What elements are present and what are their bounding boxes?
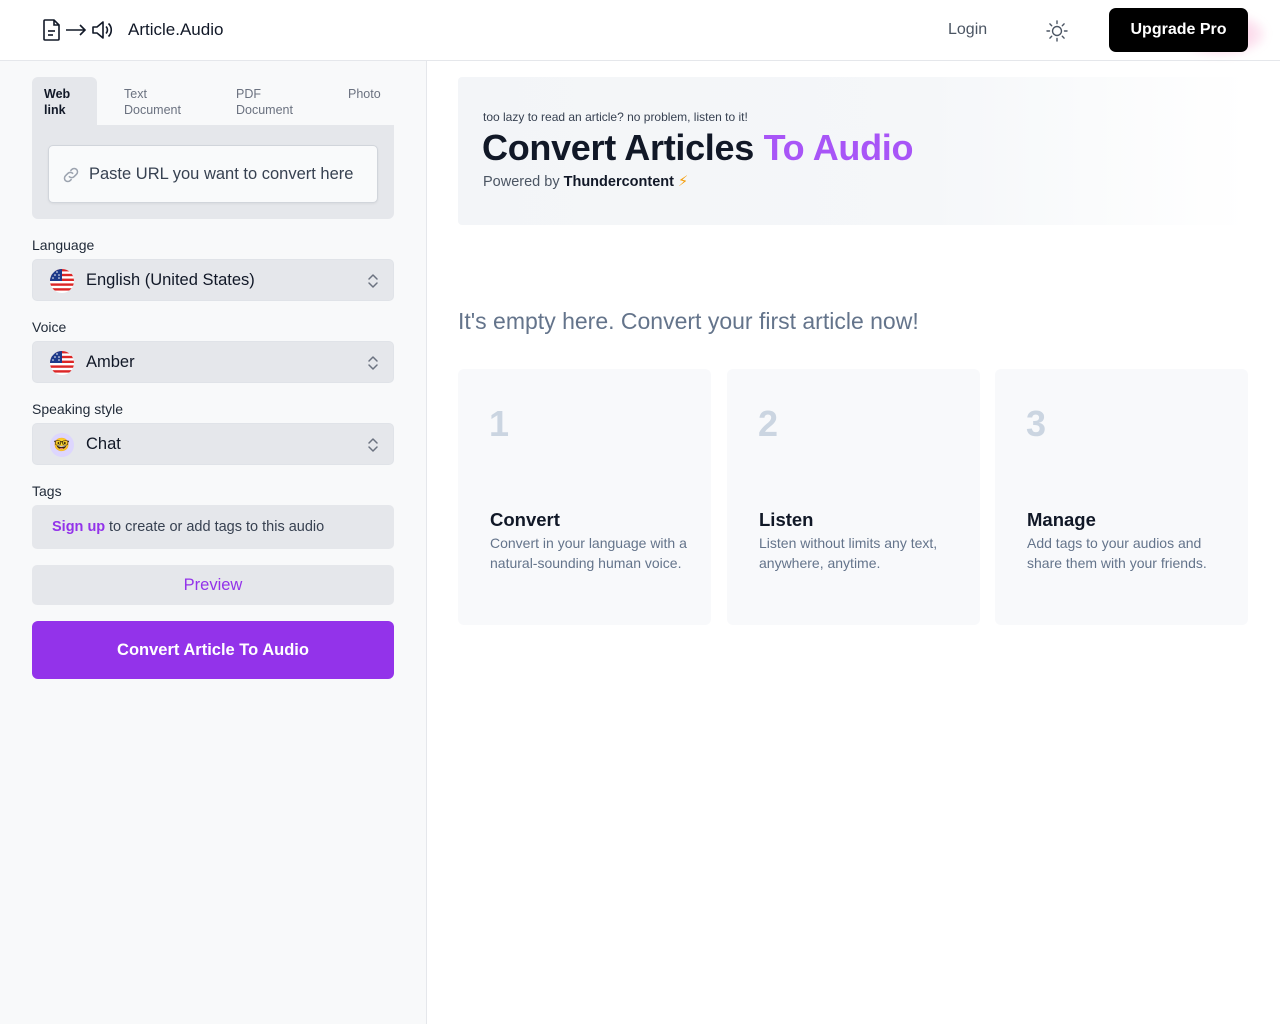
theme-toggle-button[interactable] — [1045, 19, 1069, 43]
chevron-up-down-icon — [368, 438, 378, 452]
app-name[interactable]: Article.Audio — [128, 20, 223, 40]
tab-pdf-document[interactable]: PDF Document — [236, 77, 293, 125]
tab-text-document[interactable]: Text Document — [124, 77, 181, 125]
language-value: English (United States) — [86, 271, 255, 289]
source-tabs: Web link Text Document PDF Document Phot… — [32, 77, 394, 125]
hero-banner: too lazy to read an article? no problem,… — [458, 77, 1248, 225]
step-number: 3 — [1026, 403, 1047, 444]
login-link[interactable]: Login — [948, 21, 987, 39]
tab-label-line1: Web — [44, 87, 71, 101]
step-description: Convert in your language with a natural-… — [490, 535, 687, 571]
hero-title-main: Convert Articles — [482, 127, 764, 168]
language-label: Language — [32, 237, 95, 253]
tab-label-line1: Text — [124, 87, 147, 101]
speaker-icon — [92, 21, 113, 39]
voice-value: Amber — [86, 353, 135, 371]
preview-button[interactable]: Preview — [32, 565, 394, 605]
step-title: Convert — [490, 509, 560, 530]
url-input[interactable] — [89, 146, 369, 202]
speaking-style-select[interactable]: 🤓 Chat — [32, 423, 394, 465]
hero-title: Convert Articles To Audio — [482, 127, 914, 169]
tab-label-line2: Document — [236, 103, 293, 117]
sun-icon — [1046, 20, 1068, 42]
logo[interactable] — [42, 18, 114, 42]
step-number: 2 — [758, 403, 779, 444]
tab-photo[interactable]: Photo — [348, 77, 381, 125]
empty-state-message: It's empty here. Convert your first arti… — [458, 308, 919, 334]
chevron-up-down-icon — [368, 356, 378, 370]
tab-web-link[interactable]: Web link — [32, 77, 97, 125]
signup-link[interactable]: Sign up — [52, 519, 105, 535]
voice-label: Voice — [32, 319, 67, 335]
step-title: Manage — [1027, 509, 1096, 530]
lightning-icon: ⚡ — [678, 174, 689, 190]
language-select[interactable]: English (United States) — [32, 259, 394, 301]
step-card: 1 Convert Convert in your language with … — [458, 369, 711, 625]
step-description: Add tags to your audios and share them w… — [1027, 535, 1207, 571]
link-icon — [63, 167, 79, 183]
document-icon — [43, 19, 60, 41]
powered-prefix: Powered by — [483, 174, 564, 190]
tags-box: Sign up to create or add tags to this au… — [32, 505, 394, 549]
us-flag-icon — [50, 269, 74, 293]
hero-title-accent: To Audio — [763, 127, 914, 168]
hero-tagline: too lazy to read an article? no problem,… — [483, 110, 748, 124]
tags-hint-text: to create or add tags to this audio — [109, 519, 325, 535]
step-card: 3 Manage Add tags to your audios and sha… — [995, 369, 1248, 625]
sidebar: Web link Text Document PDF Document Phot… — [0, 61, 427, 1024]
step-card: 2 Listen Listen without limits any text,… — [727, 369, 980, 625]
tab-label-line2: Document — [124, 103, 181, 117]
powered-brand[interactable]: Thundercontent — [564, 174, 674, 190]
chevron-up-down-icon — [368, 274, 378, 288]
tags-label: Tags — [32, 483, 62, 499]
url-input-wrapper[interactable] — [48, 145, 378, 203]
powered-by: Powered by Thundercontent ⚡ — [483, 174, 688, 190]
upgrade-pro-button[interactable]: Upgrade Pro — [1109, 8, 1248, 52]
speaking-style-value: Chat — [86, 435, 121, 453]
arrow-right-icon — [66, 24, 87, 36]
tab-label-line2: link — [44, 103, 66, 117]
step-number: 1 — [489, 403, 510, 444]
speaking-style-label: Speaking style — [32, 401, 124, 417]
url-panel — [32, 125, 394, 219]
step-description: Listen without limits any text, anywhere… — [759, 535, 938, 571]
tab-label-line1: Photo — [348, 87, 381, 101]
step-title: Listen — [759, 509, 814, 530]
tab-label-line1: PDF — [236, 87, 261, 101]
upgrade-wrapper: Upgrade Pro — [1109, 8, 1266, 56]
nerd-face-icon: 🤓 — [50, 433, 74, 457]
us-flag-icon — [50, 351, 74, 375]
convert-button[interactable]: Convert Article To Audio — [32, 621, 394, 679]
voice-select[interactable]: Amber — [32, 341, 394, 383]
top-header: Article.Audio Login Upgrade Pro — [0, 0, 1280, 61]
